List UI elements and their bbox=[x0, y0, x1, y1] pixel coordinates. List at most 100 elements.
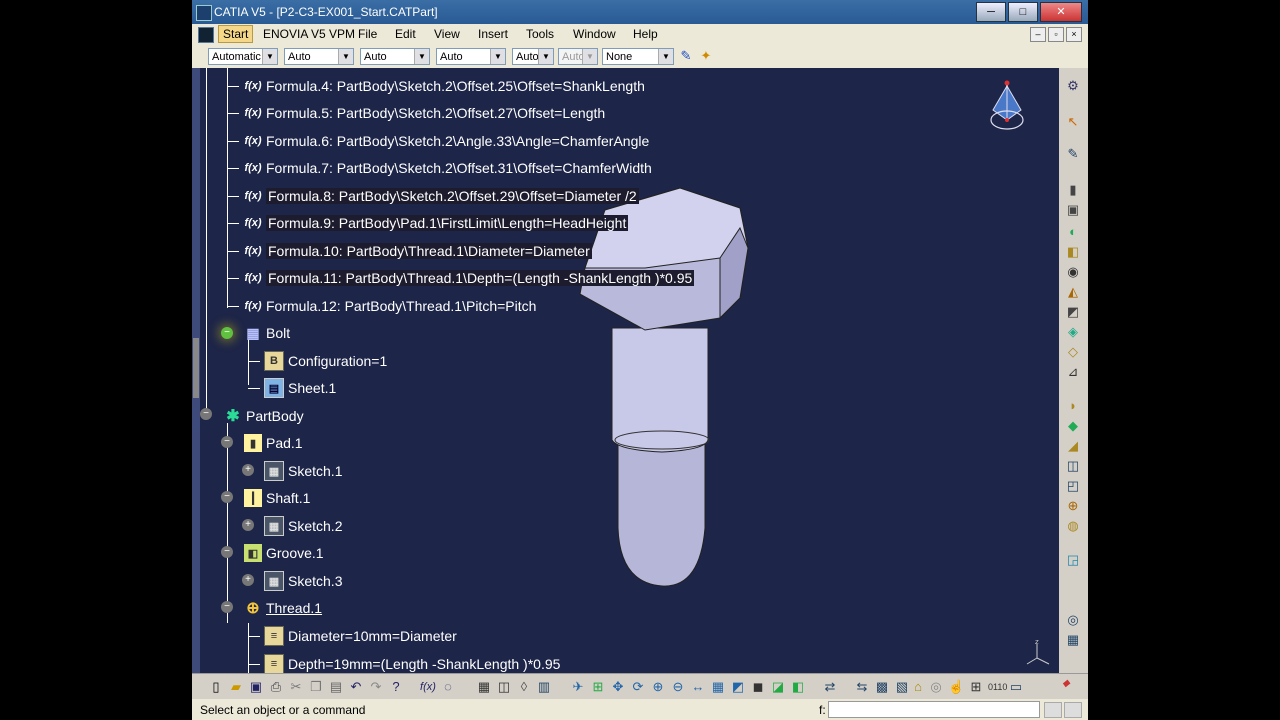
menu-help[interactable]: Help bbox=[633, 27, 658, 41]
bolt-collapse-toggle[interactable]: − bbox=[221, 327, 233, 339]
clipboard-icon[interactable]: ▧ bbox=[894, 679, 910, 695]
shading-icon[interactable]: ◼ bbox=[750, 679, 766, 695]
fit-all-icon[interactable]: ⊞ bbox=[590, 679, 606, 695]
knowledge-icon[interactable]: ◌ bbox=[440, 679, 456, 695]
tree-formula-9[interactable]: f(x) Formula.9: PartBody\Pad.1\FirstLimit… bbox=[244, 212, 629, 234]
menu-insert[interactable]: Insert bbox=[478, 27, 508, 41]
redo-icon[interactable]: ↷ bbox=[368, 679, 384, 695]
cut-icon[interactable]: ✂ bbox=[288, 679, 304, 695]
tree-sheet[interactable]: ▤ Sheet.1 bbox=[264, 377, 336, 399]
tree-partbody[interactable]: ✱ PartBody bbox=[224, 405, 303, 427]
fly-mode-icon[interactable]: ✈ bbox=[570, 679, 586, 695]
tree-formula-11[interactable]: f(x) Formula.11: PartBody\Thread.1\Depth=… bbox=[244, 267, 695, 289]
catia-app-icon[interactable] bbox=[196, 5, 212, 21]
tree-design-table-bolt[interactable]: ▦ Bolt bbox=[244, 322, 290, 344]
doc-close-button[interactable]: × bbox=[1066, 27, 1082, 42]
multi-view-icon[interactable]: ▦ bbox=[710, 679, 726, 695]
menu-window[interactable]: Window bbox=[573, 27, 616, 41]
thread-tool-icon[interactable]: ⊕ bbox=[1064, 498, 1082, 514]
measure-icon[interactable]: ◊ bbox=[516, 679, 532, 695]
hole-tool-icon[interactable]: ◉ bbox=[1064, 264, 1082, 280]
power-input-button[interactable] bbox=[1044, 702, 1062, 718]
command-input[interactable] bbox=[828, 701, 1040, 718]
remove-face-icon[interactable]: ◍ bbox=[1064, 518, 1082, 534]
3d-viewport[interactable]: z f(x) Formula.4: PartBody\Sketch.2\Offse… bbox=[200, 68, 1059, 673]
tree-formula-5[interactable]: f(x) Formula.5: PartBody\Sketch.2\Offset.… bbox=[244, 102, 605, 124]
design-table-tool-icon[interactable]: ▦ bbox=[476, 679, 492, 695]
swap-visible-space-icon[interactable]: ◧ bbox=[790, 679, 806, 695]
tree-thread-diameter[interactable]: ≡ Diameter=10mm=Diameter bbox=[264, 625, 457, 647]
formula-tool-icon[interactable]: f(x) bbox=[420, 679, 436, 695]
tree-shaft[interactable]: ┃ Shaft.1 bbox=[244, 487, 310, 509]
tree-groove[interactable]: ◧ Groove.1 bbox=[244, 542, 324, 564]
boolean-tool-icon[interactable]: ◎ bbox=[1064, 612, 1082, 628]
layer-select[interactable]: None ▼ bbox=[602, 48, 674, 65]
minimize-button[interactable]: ─ bbox=[976, 2, 1006, 22]
open-folder-icon[interactable]: ▰ bbox=[228, 679, 244, 695]
paste-icon[interactable]: ▤ bbox=[328, 679, 344, 695]
scroll-thumb[interactable] bbox=[193, 338, 199, 398]
undo-icon[interactable]: ↶ bbox=[348, 679, 364, 695]
tree-sketch-1[interactable]: ▦ Sketch.1 bbox=[264, 460, 342, 482]
update-icon[interactable]: ⇄ bbox=[822, 679, 838, 695]
pad-tool-icon[interactable]: ▮ bbox=[1064, 182, 1082, 198]
tree-formula-4[interactable]: f(x) Formula.4: PartBody\Sketch.2\Offset.… bbox=[244, 75, 644, 97]
sketch1-expand-toggle[interactable]: + bbox=[242, 464, 254, 476]
numeric-icon[interactable]: 0110 bbox=[988, 679, 1007, 695]
pan-icon[interactable]: ✥ bbox=[610, 679, 626, 695]
partbody-collapse-toggle[interactable]: − bbox=[200, 408, 212, 420]
point-symbol-select[interactable]: Auto ▼ bbox=[512, 48, 554, 65]
save-icon[interactable]: ▣ bbox=[248, 679, 264, 695]
tree-formula-6[interactable]: f(x) Formula.6: PartBody\Sketch.2\Angle.3… bbox=[244, 130, 649, 152]
document-icon[interactable] bbox=[198, 27, 214, 43]
shaft-tool-icon[interactable]: ◐ bbox=[1064, 224, 1082, 240]
menu-file[interactable]: File bbox=[358, 27, 377, 41]
tree-formula-12[interactable]: f(x) Formula.12: PartBody\Thread.1\Pitch=… bbox=[244, 295, 536, 317]
menu-start[interactable]: Start bbox=[218, 25, 254, 43]
sketch2-expand-toggle[interactable]: + bbox=[242, 519, 254, 531]
format-painter-icon[interactable]: ✎ bbox=[678, 48, 694, 64]
groove-tool-icon[interactable]: ◧ bbox=[1064, 244, 1082, 260]
tree-configuration[interactable]: B Configuration=1 bbox=[264, 350, 387, 372]
catalog-icon[interactable]: ▥ bbox=[536, 679, 552, 695]
shell-tool-icon[interactable]: ◫ bbox=[1064, 458, 1082, 474]
pad-collapse-toggle[interactable]: − bbox=[221, 436, 233, 448]
properties-brush-icon[interactable]: ✦ bbox=[698, 48, 714, 64]
rib-tool-icon[interactable]: ◭ bbox=[1064, 284, 1082, 300]
select-arrow-icon[interactable]: ↖ bbox=[1064, 114, 1082, 130]
zoom-out-icon[interactable]: ⊖ bbox=[670, 679, 686, 695]
clear-input-button[interactable] bbox=[1064, 702, 1082, 718]
tree-thread[interactable]: ⊕ Thread.1 bbox=[244, 597, 322, 619]
lock-icon[interactable]: ⌂ bbox=[910, 679, 926, 695]
chamfer-tool-icon[interactable]: ◆ bbox=[1064, 418, 1082, 434]
shaft-collapse-toggle[interactable]: − bbox=[221, 491, 233, 503]
thread-collapse-toggle[interactable]: − bbox=[221, 601, 233, 613]
whats-this-icon[interactable]: ? bbox=[388, 679, 404, 695]
analysis-icon[interactable]: ▩ bbox=[874, 679, 890, 695]
grid-icon[interactable]: ⊞ bbox=[968, 679, 984, 695]
apply-material-icon[interactable]: ◫ bbox=[496, 679, 512, 695]
menu-tools[interactable]: Tools bbox=[526, 27, 554, 41]
monitor-icon[interactable]: ▭ bbox=[1008, 679, 1024, 695]
compass-icon[interactable] bbox=[985, 80, 1029, 138]
menu-enovia[interactable]: ENOVIA V5 VPM bbox=[263, 27, 355, 41]
line-thickness-select[interactable]: Auto ▼ bbox=[360, 48, 430, 65]
remove-multi-section-icon[interactable]: ◇ bbox=[1064, 344, 1082, 360]
new-file-icon[interactable]: ▯ bbox=[208, 679, 224, 695]
thickness-tool-icon[interactable]: ◰ bbox=[1064, 478, 1082, 494]
doc-restore-button[interactable]: ▫ bbox=[1048, 27, 1064, 42]
tree-pad[interactable]: ▮ Pad.1 bbox=[244, 432, 303, 454]
constraint-icon[interactable]: ⇆ bbox=[854, 679, 870, 695]
tree-sketch-2[interactable]: ▦ Sketch.2 bbox=[264, 515, 342, 537]
groove-collapse-toggle[interactable]: − bbox=[221, 546, 233, 558]
tree-formula-10[interactable]: f(x) Formula.10: PartBody\Thread.1\Diamet… bbox=[244, 240, 592, 262]
copy-icon[interactable]: ❐ bbox=[308, 679, 324, 695]
linetype-select[interactable]: Auto ▼ bbox=[436, 48, 506, 65]
fillet-tool-icon[interactable]: ◗ bbox=[1064, 398, 1082, 414]
maximize-button[interactable]: □ bbox=[1008, 2, 1038, 22]
transparency-select[interactable]: Auto ▼ bbox=[284, 48, 354, 65]
draft-tool-icon[interactable]: ◢ bbox=[1064, 438, 1082, 454]
sketcher-icon[interactable]: ✎ bbox=[1064, 146, 1082, 162]
stiffener-tool-icon[interactable]: ⊿ bbox=[1064, 364, 1082, 380]
menu-view[interactable]: View bbox=[434, 27, 460, 41]
